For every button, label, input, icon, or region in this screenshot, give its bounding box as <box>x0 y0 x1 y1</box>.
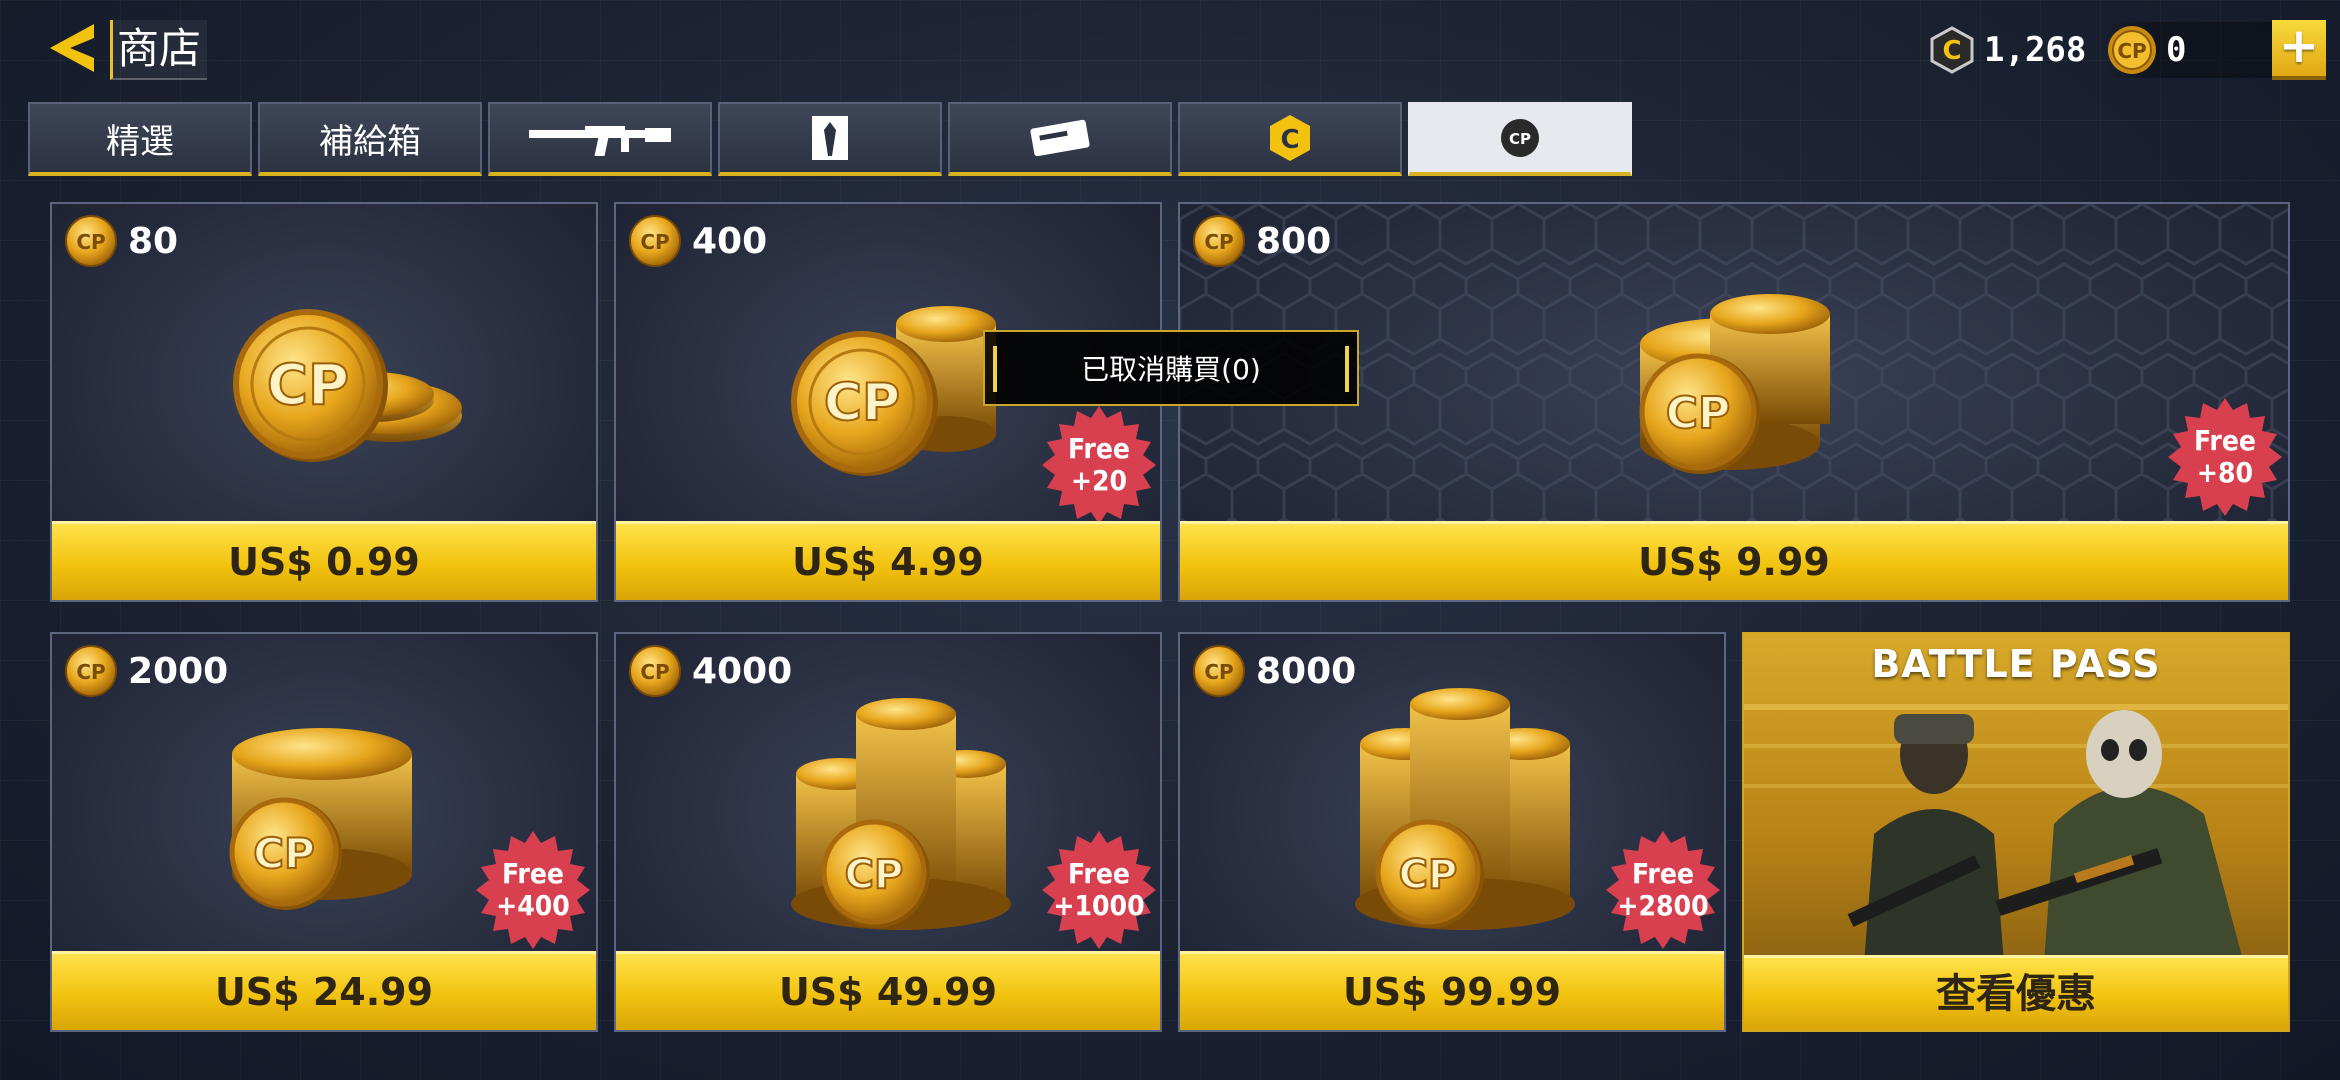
tab-featured[interactable]: 精選 <box>28 102 252 176</box>
offer-amount-value: 800 <box>1256 220 1332 262</box>
back-arrow-icon <box>50 24 94 72</box>
svg-text:CP: CP <box>845 852 904 898</box>
offer-amount-value: 4000 <box>692 650 793 692</box>
ticket-icon <box>1030 119 1090 157</box>
cp-coin-icon: CP <box>65 645 117 697</box>
cp-points-display: CP 0 <box>2106 22 2277 78</box>
cp-coin-icon: CP <box>1193 645 1245 697</box>
cp-coin-icon: CP <box>629 645 681 697</box>
svg-text:CP: CP <box>1399 852 1458 898</box>
svg-text:CP: CP <box>1509 130 1531 148</box>
offer-amount-value: 400 <box>692 220 768 262</box>
operator-icon <box>812 116 848 160</box>
tab-supply-crates-label: 補給箱 <box>319 121 421 162</box>
soldier-right <box>1995 710 2244 964</box>
cp-coin-icon: CP <box>629 215 681 267</box>
offer-card-80[interactable]: CP 80 CP US$ 0.99 <box>50 202 598 602</box>
offer-amount: CP 80 <box>64 214 178 268</box>
offer-amount: CP 2000 <box>64 644 228 698</box>
buy-button[interactable]: US$ 99.99 <box>1180 951 1724 1030</box>
toast-message: 已取消購買(0) <box>983 330 1359 406</box>
svg-text:C: C <box>1280 125 1299 155</box>
offer-amount: CP 800 <box>1192 214 1331 268</box>
offer-card-8000[interactable]: CP 8000 CP Free +2800 US$ 99.99 <box>1178 632 1726 1032</box>
cp-coin-icon: CP <box>1193 215 1245 267</box>
bonus-label: Free <box>1067 857 1131 890</box>
store-tabs: 精選 補給箱 C CP <box>28 102 1632 182</box>
offer-amount: CP 8000 <box>1192 644 1356 698</box>
page-title: 商店 <box>110 20 208 80</box>
buy-button[interactable]: US$ 49.99 <box>616 951 1160 1030</box>
cp-coin-icon: CP <box>1501 119 1539 157</box>
offer-amount: CP 400 <box>628 214 767 268</box>
cp-coin-towers-icon: CP <box>1355 688 1575 930</box>
svg-text:CP: CP <box>76 230 105 254</box>
svg-text:CP: CP <box>640 660 669 684</box>
svg-text:CP: CP <box>76 660 105 684</box>
offer-amount-value: 2000 <box>128 650 229 692</box>
cp-points-value: 0 <box>2166 30 2187 70</box>
bonus-badge: Free +1000 <box>1038 829 1160 951</box>
buy-button[interactable]: US$ 0.99 <box>52 521 596 600</box>
cp-coin-icon: CP <box>2108 26 2156 74</box>
battle-pass-card[interactable]: BATTLE PASS 查看優惠 <box>1742 632 2290 1032</box>
tab-weapons[interactable] <box>488 102 712 176</box>
bonus-label: Free <box>2193 424 2257 457</box>
tab-cp[interactable]: CP <box>1408 102 1632 176</box>
tab-ticket[interactable] <box>948 102 1172 176</box>
bonus-label: Free <box>501 857 565 890</box>
offer-amount-value: 80 <box>128 220 179 262</box>
back-button[interactable] <box>44 18 108 78</box>
bonus-amount: +1000 <box>1053 889 1145 922</box>
soldier-left <box>1847 714 2004 964</box>
view-offer-button[interactable]: 查看優惠 <box>1744 955 2288 1030</box>
add-currency-button[interactable]: + <box>2272 20 2326 80</box>
bonus-badge: Free +400 <box>472 829 594 951</box>
cp-coin-pile-icon: CP <box>233 309 462 462</box>
bonus-badge: Free +2800 <box>1602 829 1724 951</box>
rifle-icon <box>529 126 671 156</box>
cp-coin-stacks-icon: CP <box>229 728 412 910</box>
cod-coin-icon: C <box>1270 115 1310 161</box>
battle-pass-title: BATTLE PASS <box>1871 642 2161 686</box>
bonus-amount: +400 <box>496 889 570 922</box>
bonus-amount: +2800 <box>1617 889 1709 922</box>
svg-text:CP: CP <box>2117 39 2146 63</box>
cp-coin-icon: CP <box>65 215 117 267</box>
bonus-badge: Free +20 <box>1038 404 1160 526</box>
bonus-badge: Free +80 <box>2164 396 2286 518</box>
cod-points-value: 1,268 <box>1984 30 2087 70</box>
buy-button[interactable]: US$ 4.99 <box>616 521 1160 600</box>
bonus-amount: +80 <box>2196 456 2254 489</box>
tab-featured-label: 精選 <box>106 121 174 162</box>
svg-text:CP: CP <box>1666 388 1731 439</box>
tab-supply-crates[interactable]: 補給箱 <box>258 102 482 176</box>
offer-card-2000[interactable]: CP 2000 CP Free +400 US$ 24.99 <box>50 632 598 1032</box>
offer-amount-value: 8000 <box>1256 650 1357 692</box>
buy-button[interactable]: US$ 9.99 <box>1180 521 2288 600</box>
bonus-label: Free <box>1631 857 1695 890</box>
buy-button[interactable]: US$ 24.99 <box>52 951 596 1030</box>
svg-text:CP: CP <box>267 353 349 418</box>
svg-text:CP: CP <box>1204 230 1233 254</box>
svg-text:CP: CP <box>640 230 669 254</box>
svg-text:CP: CP <box>1204 660 1233 684</box>
cod-points-display: C 1,268 <box>1928 22 2086 78</box>
svg-text:CP: CP <box>824 373 900 433</box>
bonus-label: Free <box>1067 432 1131 465</box>
plus-icon: + <box>2278 18 2320 74</box>
svg-text:C: C <box>1942 36 1961 66</box>
offer-card-4000[interactable]: CP 4000 CP Free +1000 US$ 49.99 <box>614 632 1162 1032</box>
cod-points-icon: C <box>1930 26 1974 74</box>
tab-cod-points[interactable]: C <box>1178 102 1402 176</box>
cp-coin-towers-icon: CP <box>791 698 1011 930</box>
offer-amount: CP 4000 <box>628 644 792 698</box>
bonus-amount: +20 <box>1070 464 1128 497</box>
tab-operators[interactable] <box>718 102 942 176</box>
toast-text: 已取消購買(0) <box>1081 353 1261 386</box>
cp-coin-stacks-icon: CP <box>1639 294 1830 474</box>
svg-text:CP: CP <box>253 829 315 878</box>
